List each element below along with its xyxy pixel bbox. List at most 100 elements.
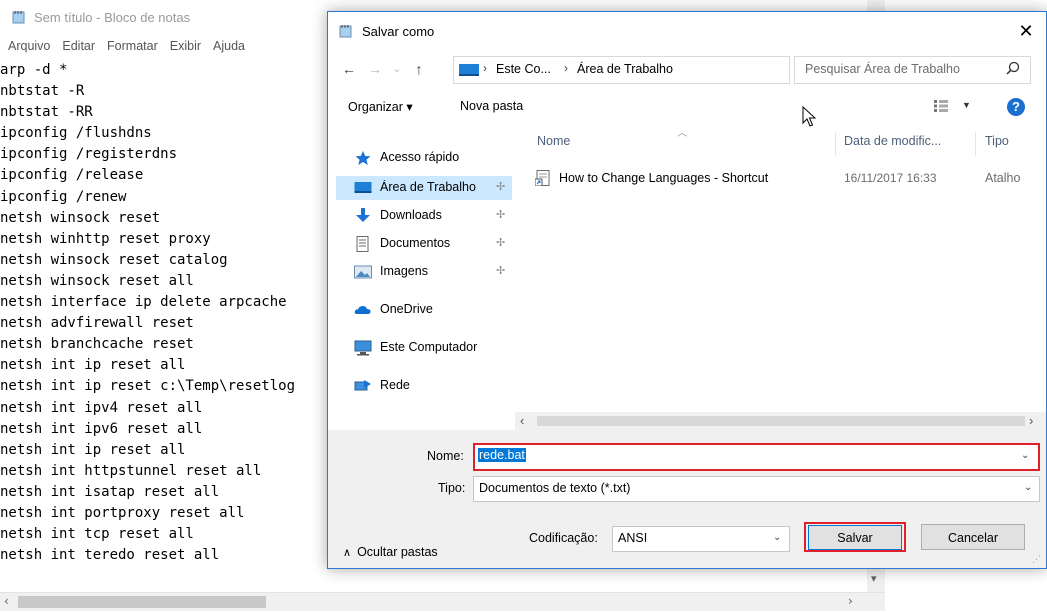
address-bar[interactable]: › Este Co... › Área de Trabalho ⌄ ↻ [453, 56, 898, 84]
list-item[interactable]: How to Change Languages - Shortcut 16/11… [535, 168, 1045, 190]
name-label: Nome: [427, 449, 464, 463]
view-options-icon[interactable] [934, 100, 948, 112]
breadcrumb-area-de-trabalho[interactable]: Área de Trabalho [577, 62, 673, 76]
notepad-line: netsh int ipv4 reset all [0, 399, 203, 416]
column-divider[interactable] [975, 132, 976, 156]
nav-label: Rede [380, 378, 410, 392]
menu-exibir[interactable]: Exibir [166, 39, 205, 59]
nav-onedrive[interactable]: OneDrive [354, 298, 512, 322]
search-placeholder: Pesquisar Área de Trabalho [805, 62, 960, 76]
view-dropdown-icon[interactable]: ▼ [962, 100, 971, 110]
dialog-toolbar: Organizar ▾ Nova pasta ▼ ? [328, 92, 1046, 122]
notepad-icon [12, 11, 25, 24]
up-arrow-icon[interactable]: ↑ [410, 61, 428, 77]
dialog-title: Salvar como [362, 24, 435, 39]
notepad-line: netsh int ip reset all [0, 441, 186, 458]
notepad-line: nbtstat -R [0, 83, 85, 100]
column-header-name[interactable]: Nome [537, 134, 570, 148]
notepad-line: netsh winhttp reset proxy [0, 230, 211, 247]
network-icon [354, 380, 371, 391]
close-icon[interactable]: ✕ [1015, 20, 1037, 42]
file-type: Atalho [985, 171, 1021, 185]
column-divider[interactable] [835, 132, 836, 156]
column-header-date[interactable]: Data de modific... [844, 134, 941, 148]
desktop-folder-icon [459, 64, 479, 76]
search-icon[interactable] [1005, 61, 1021, 77]
notepad-line: netsh int portproxy reset all [0, 504, 245, 521]
nav-este-computador[interactable]: Este Computador [354, 336, 512, 360]
scroll-left-icon[interactable]: ‹ [4, 594, 9, 608]
nav-label: OneDrive [380, 302, 433, 316]
breadcrumb-este-computador[interactable]: Este Co... [496, 62, 551, 76]
column-header-type[interactable]: Tipo [985, 134, 1009, 148]
notepad-text-area[interactable]: arp -d * nbtstat -R nbtstat -RR ipconfig /f… [0, 60, 330, 566]
notepad-line: netsh int ip reset all [0, 357, 186, 374]
notepad-line: netsh interface ip delete arpcache [0, 294, 287, 311]
nav-label: Downloads [380, 208, 442, 222]
navigation-pane: Acesso rápido Área de Trabalho ✢ Downloa… [328, 124, 514, 429]
scroll-right-icon[interactable]: › [1029, 413, 1033, 428]
chevron-down-icon[interactable]: ⌄ [1024, 482, 1032, 493]
type-label: Tipo: [438, 481, 466, 495]
menu-arquivo[interactable]: Arquivo [0, 39, 54, 59]
notepad-line: netsh branchcache reset [0, 336, 194, 353]
mouse-cursor-icon [802, 106, 817, 127]
forward-arrow-icon[interactable]: → [366, 61, 384, 77]
organize-button[interactable]: Organizar ▾ [348, 99, 413, 114]
documents-icon [356, 236, 369, 252]
new-folder-button[interactable]: Nova pasta [460, 99, 523, 113]
scroll-down-icon[interactable]: ▾ [871, 572, 877, 585]
file-name: How to Change Languages - Shortcut [559, 171, 769, 185]
save-button[interactable]: Salvar [808, 525, 902, 550]
scroll-right-icon[interactable]: › [848, 594, 853, 608]
encoding-value: ANSI [618, 531, 648, 545]
notepad-line: ipconfig /flushdns [0, 125, 152, 142]
pin-icon: ✢ [496, 237, 506, 249]
help-icon[interactable]: ? [1007, 98, 1025, 116]
file-list-scrollbar[interactable]: ‹ › [515, 412, 1046, 430]
menu-ajuda[interactable]: Ajuda [209, 39, 249, 59]
save-as-dialog: Salvar como ✕ ← → ⌄ ↑ › Este Co... › Áre… [327, 11, 1047, 569]
nav-label: Documentos [380, 236, 451, 250]
chevron-up-icon: ∧ [343, 547, 352, 559]
scroll-left-icon[interactable]: ‹ [520, 413, 524, 428]
encoding-select[interactable]: ANSI ⌄ [612, 526, 790, 552]
notepad-line: netsh winsock reset [0, 209, 161, 226]
cancel-button[interactable]: Cancelar [921, 524, 1025, 550]
scrollbar-thumb[interactable] [18, 596, 266, 608]
menu-formatar[interactable]: Formatar [103, 39, 162, 59]
breadcrumb-separator-icon: › [564, 61, 568, 75]
back-arrow-icon[interactable]: ← [340, 61, 358, 77]
recent-locations-chevron-icon[interactable]: ⌄ [388, 64, 406, 75]
file-type-select[interactable]: Documentos de texto (*.txt) ⌄ [473, 476, 1040, 502]
resize-grip-icon[interactable]: ⋰ [1032, 554, 1041, 565]
nav-rede[interactable]: Rede [354, 374, 512, 398]
nav-label: Área de Trabalho [380, 180, 476, 194]
file-type-value: Documentos de texto (*.txt) [479, 481, 631, 495]
notepad-line: ipconfig /renew [0, 188, 127, 205]
file-list: ︿ Nome Data de modific... Tipo How to Ch… [515, 124, 1046, 414]
hide-folders-button[interactable]: ∧ Ocultar pastas [343, 545, 438, 559]
cloud-icon [354, 306, 371, 314]
notepad-line: netsh int ipv6 reset all [0, 420, 203, 437]
notepad-line: nbtstat -RR [0, 104, 93, 121]
filename-input[interactable]: rede.bat ⌄ [473, 443, 1040, 471]
menu-editar[interactable]: Editar [58, 39, 99, 59]
nav-item-documentos[interactable]: Documentos ✢ [354, 232, 512, 256]
sort-ascending-icon: ︿ [677, 128, 687, 139]
nav-item-imagens[interactable]: Imagens ✢ [354, 260, 512, 284]
address-row: ← → ⌄ ↑ › Este Co... › Área de Trabalho … [328, 56, 1046, 84]
scrollbar-thumb[interactable] [537, 416, 1025, 426]
notepad-menubar: Arquivo Editar Formatar Exibir Ajuda [0, 39, 253, 59]
notepad-line: ipconfig /release [0, 167, 144, 184]
search-input[interactable]: Pesquisar Área de Trabalho [794, 56, 1031, 84]
nav-item-downloads[interactable]: Downloads ✢ [354, 204, 512, 228]
notepad-horizontal-scrollbar[interactable]: ‹ › [0, 592, 885, 611]
pictures-icon [354, 265, 372, 279]
nav-item-area-de-trabalho[interactable]: Área de Trabalho ✢ [336, 176, 512, 200]
nav-quick-access[interactable]: Acesso rápido [354, 146, 512, 170]
hide-folders-label: Ocultar pastas [357, 545, 438, 559]
chevron-down-icon[interactable]: ⌄ [773, 532, 781, 543]
notepad-line: ipconfig /registerdns [0, 146, 178, 163]
chevron-down-icon[interactable]: ⌄ [1021, 450, 1029, 461]
